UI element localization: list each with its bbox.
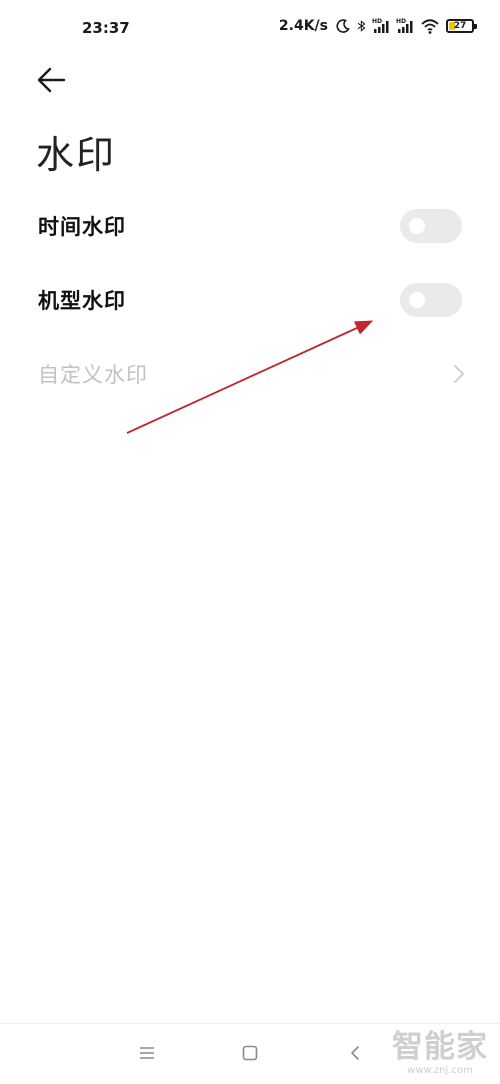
time-watermark-toggle[interactable] — [400, 209, 462, 243]
chevron-right-icon — [454, 365, 464, 383]
wifi-icon — [421, 19, 439, 34]
toggle-knob — [409, 218, 425, 234]
toggle-knob — [409, 292, 425, 308]
battery-icon: 27 — [446, 19, 477, 33]
setting-row-time-watermark[interactable]: 时间水印 — [0, 189, 500, 263]
site-watermark: 智能家 www.znj.com — [392, 1029, 488, 1077]
time-watermark-label: 时间水印 — [38, 215, 126, 239]
signal-hd-icon: HD — [396, 18, 413, 33]
status-bar: 23:37 2.4K/s HD HD 27 — [0, 0, 500, 56]
page-title: 水印 — [36, 133, 117, 177]
custom-watermark-label: 自定义水印 — [38, 363, 148, 387]
back-arrow-icon — [37, 67, 66, 93]
menu-button[interactable] — [132, 1038, 162, 1068]
svg-text:HD: HD — [396, 18, 406, 25]
back-button[interactable] — [34, 62, 74, 98]
network-speed: 2.4K/s — [278, 18, 328, 34]
setting-row-model-watermark[interactable]: 机型水印 — [0, 263, 500, 337]
back-icon — [351, 1046, 359, 1060]
navigation-bar: 智能家 www.znj.com — [0, 1023, 500, 1084]
model-watermark-label: 机型水印 — [38, 289, 126, 313]
status-icons: 2.4K/s HD HD 27 — [278, 17, 477, 35]
watermark-logo: 智能家 — [392, 1029, 488, 1065]
moon-icon — [336, 19, 350, 33]
home-button[interactable] — [235, 1038, 265, 1068]
bluetooth-icon — [357, 20, 366, 32]
status-time: 23:37 — [82, 19, 130, 37]
signal-hd-icon: HD — [372, 18, 389, 33]
home-icon — [242, 1045, 258, 1061]
battery-level: 27 — [453, 20, 467, 31]
model-watermark-toggle[interactable] — [400, 283, 462, 317]
menu-icon — [140, 1047, 154, 1059]
watermark-url: www.znj.com — [407, 1065, 473, 1076]
nav-back-button[interactable] — [340, 1038, 370, 1068]
svg-text:HD: HD — [372, 18, 382, 25]
setting-row-custom-watermark[interactable]: 自定义水印 — [0, 337, 500, 411]
